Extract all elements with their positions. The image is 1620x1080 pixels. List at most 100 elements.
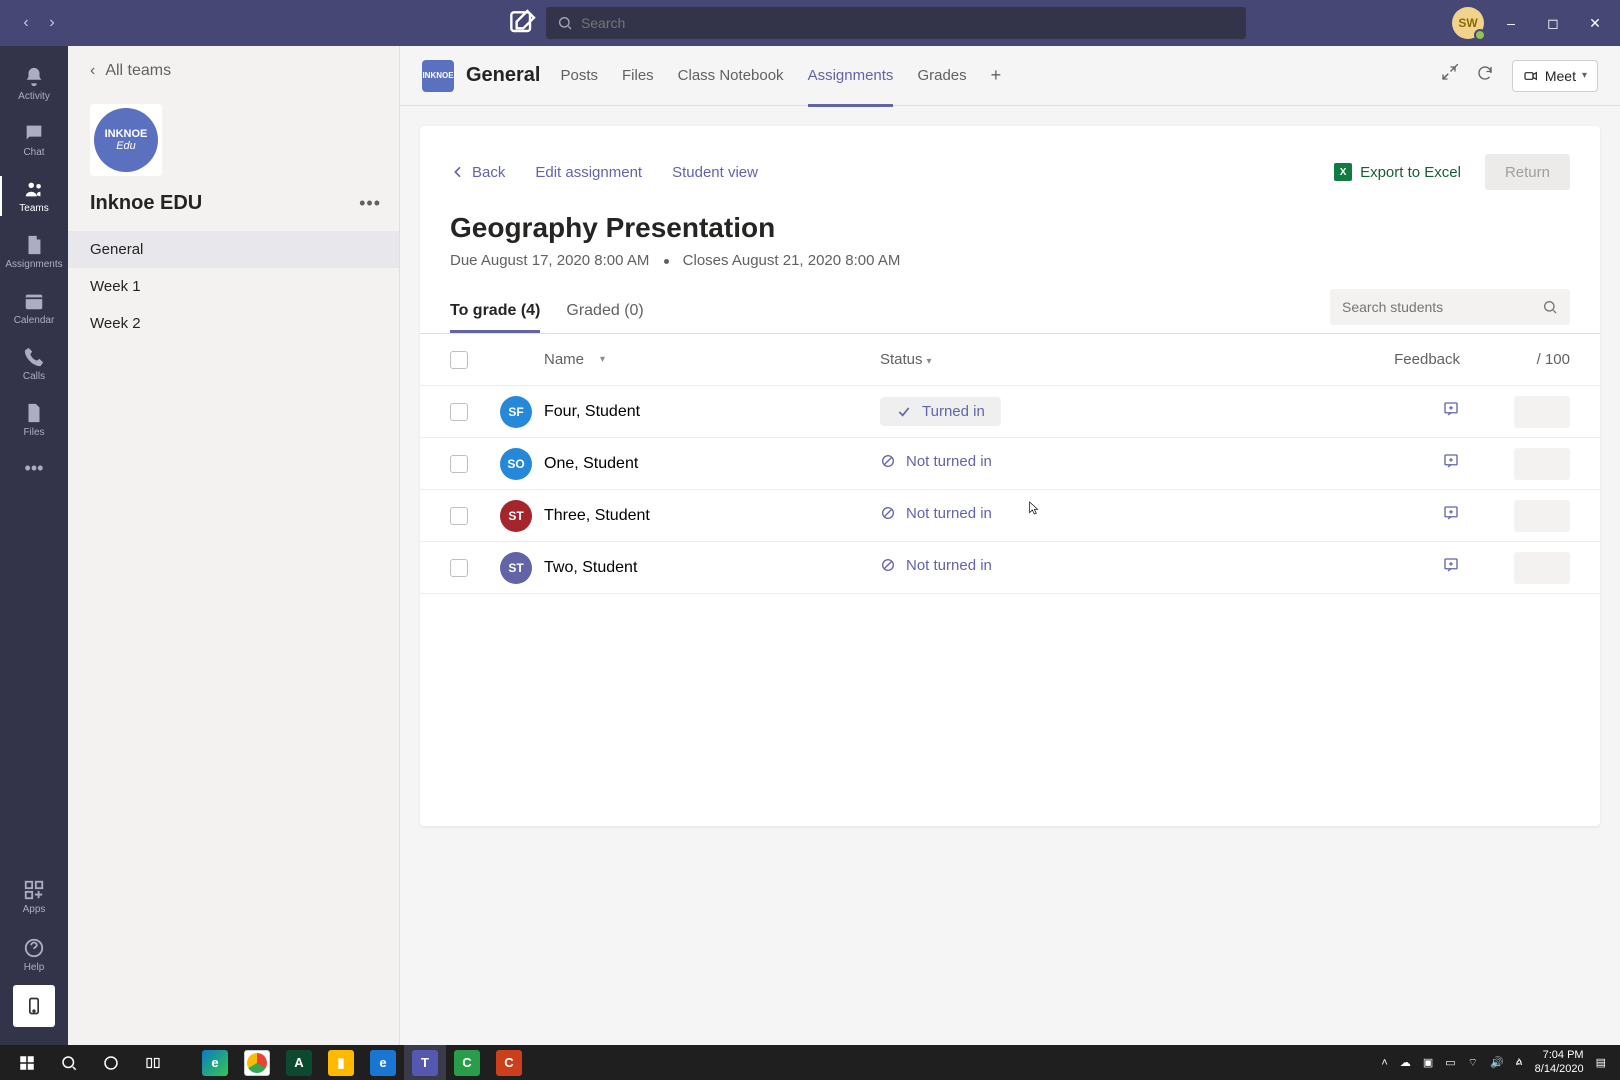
rail-more[interactable]: •••	[0, 448, 68, 488]
rail-activity[interactable]: Activity	[0, 56, 68, 112]
taskbar-app-green[interactable]: A	[278, 1045, 320, 1080]
system-tray[interactable]: ˄ ☁ ▣ ▭ ⌔ 🔊 ል 7:04 PM 8/14/2020 ▤	[1381, 1049, 1614, 1075]
maximize-button[interactable]: ◻	[1538, 8, 1568, 38]
channel-week2[interactable]: Week 2	[68, 305, 399, 342]
tab-class-notebook[interactable]: Class Notebook	[678, 46, 784, 106]
export-excel-link[interactable]: X Export to Excel	[1334, 163, 1461, 181]
taskbar-explorer[interactable]: ▮	[320, 1045, 362, 1080]
student-avatar: SO	[500, 448, 532, 480]
search-box[interactable]	[546, 7, 1246, 39]
assignment-title: Geography Presentation	[420, 194, 1600, 248]
row-checkbox[interactable]	[450, 559, 468, 577]
taskbar-search-icon[interactable]	[48, 1045, 90, 1080]
row-checkbox[interactable]	[450, 403, 468, 421]
feedback-button[interactable]	[1442, 457, 1460, 474]
col-status-header[interactable]: Status	[880, 351, 923, 368]
back-link[interactable]: Back	[450, 164, 505, 181]
wifi-icon[interactable]: ⌔	[1468, 1056, 1478, 1070]
row-checkbox[interactable]	[450, 455, 468, 473]
table-row[interactable]: STTwo, StudentNot turned in	[420, 542, 1600, 594]
tab-graded[interactable]: Graded (0)	[566, 290, 643, 332]
clock[interactable]: 7:04 PM 8/14/2020	[1535, 1049, 1584, 1075]
tray-chevron-icon[interactable]: ˄	[1381, 1057, 1387, 1069]
battery-icon[interactable]: ▭	[1445, 1056, 1455, 1069]
tab-posts[interactable]: Posts	[560, 46, 598, 106]
table-row[interactable]: SO One, Student Not turned in	[420, 438, 1600, 490]
status-pill[interactable]: Turned in	[880, 397, 1001, 426]
row-checkbox[interactable]	[450, 507, 468, 525]
score-input[interactable]	[1514, 448, 1570, 480]
taskbar-chrome[interactable]	[236, 1045, 278, 1080]
student-view-link[interactable]: Student view	[672, 164, 758, 181]
task-view-icon[interactable]	[132, 1045, 174, 1080]
rail-calls[interactable]: Calls	[0, 336, 68, 392]
rail-assignments[interactable]: Assignments	[0, 224, 68, 280]
feedback-button[interactable]	[1442, 561, 1460, 578]
compose-icon[interactable]	[506, 7, 538, 39]
refresh-icon[interactable]	[1476, 64, 1494, 87]
student-name: One, Student	[544, 455, 638, 473]
calendar-icon	[23, 290, 45, 312]
taskbar: e A ▮ e T C C ˄ ☁ ▣ ▭ ⌔ 🔊 ል 7:04 PM 8/14…	[0, 1045, 1620, 1080]
score-input[interactable]	[1514, 552, 1570, 584]
start-button[interactable]	[6, 1045, 48, 1080]
not-turned-in-icon	[880, 453, 896, 469]
tab-assignments[interactable]: Assignments	[808, 46, 894, 106]
tab-files[interactable]: Files	[622, 46, 654, 106]
taskbar-camtasia[interactable]: C	[446, 1045, 488, 1080]
team-name[interactable]: Inknoe EDU	[90, 192, 202, 215]
user-avatar[interactable]: SW	[1452, 7, 1484, 39]
status-pill[interactable]: Not turned in	[880, 557, 992, 574]
nav-back-icon[interactable]: ‹	[18, 15, 34, 31]
tray-app-icon[interactable]: ▣	[1423, 1056, 1433, 1069]
add-tab-button[interactable]: +	[991, 46, 1002, 106]
all-teams-label: All teams	[105, 62, 171, 80]
rail-chat[interactable]: Chat	[0, 112, 68, 168]
return-button[interactable]: Return	[1485, 154, 1570, 190]
team-logo-text: Edu	[116, 140, 136, 152]
nav-forward-icon[interactable]: ›	[44, 15, 60, 31]
rail-apps[interactable]: Apps	[0, 869, 68, 925]
tab-to-grade[interactable]: To grade (4)	[450, 290, 540, 332]
close-button[interactable]: ✕	[1580, 8, 1610, 38]
status-pill[interactable]: Not turned in	[880, 505, 992, 522]
search-students-box[interactable]	[1330, 289, 1570, 325]
taskbar-edge2[interactable]: e	[362, 1045, 404, 1080]
download-app-button[interactable]	[13, 985, 55, 1027]
rail-files[interactable]: Files	[0, 392, 68, 448]
rail-calendar[interactable]: Calendar	[0, 280, 68, 336]
expand-icon[interactable]	[1440, 64, 1458, 87]
feedback-button[interactable]	[1442, 405, 1460, 422]
feedback-button[interactable]	[1442, 509, 1460, 526]
edit-assignment-link[interactable]: Edit assignment	[535, 164, 642, 181]
score-input[interactable]	[1514, 396, 1570, 428]
rail-help[interactable]: Help	[0, 927, 68, 983]
rail-teams[interactable]: Teams	[0, 168, 68, 224]
volume-icon[interactable]: 🔊	[1490, 1056, 1504, 1069]
status-pill[interactable]: Not turned in	[880, 453, 992, 470]
team-more-icon[interactable]: •••	[359, 193, 381, 214]
taskbar-teams[interactable]: T	[404, 1045, 446, 1080]
table-row[interactable]: SFFour, StudentTurned in	[420, 386, 1600, 438]
mobile-icon	[24, 996, 44, 1016]
channel-week1[interactable]: Week 1	[68, 268, 399, 305]
onedrive-icon[interactable]: ☁	[1400, 1056, 1411, 1069]
meet-label: Meet	[1545, 68, 1576, 84]
col-name-header[interactable]: Name	[544, 351, 584, 368]
tab-grades[interactable]: Grades	[917, 46, 966, 106]
team-avatar[interactable]: INKNOE Edu	[90, 104, 162, 176]
taskbar-edge[interactable]: e	[194, 1045, 236, 1080]
table-row[interactable]: STThree, StudentNot turned in	[420, 490, 1600, 542]
all-teams-link[interactable]: ‹ All teams	[68, 46, 399, 96]
taskbar-snagit[interactable]: C	[488, 1045, 530, 1080]
channel-general[interactable]: General	[68, 231, 399, 268]
cortana-icon[interactable]	[90, 1045, 132, 1080]
select-all-checkbox[interactable]	[450, 351, 468, 369]
minimize-button[interactable]: –	[1496, 8, 1526, 38]
score-input[interactable]	[1514, 500, 1570, 532]
search-students-input[interactable]	[1342, 299, 1542, 315]
notifications-icon[interactable]: ▤	[1596, 1056, 1606, 1069]
search-input[interactable]	[581, 15, 1235, 31]
meet-button[interactable]: Meet ▾	[1512, 60, 1598, 92]
language-icon[interactable]: ል	[1516, 1056, 1523, 1069]
